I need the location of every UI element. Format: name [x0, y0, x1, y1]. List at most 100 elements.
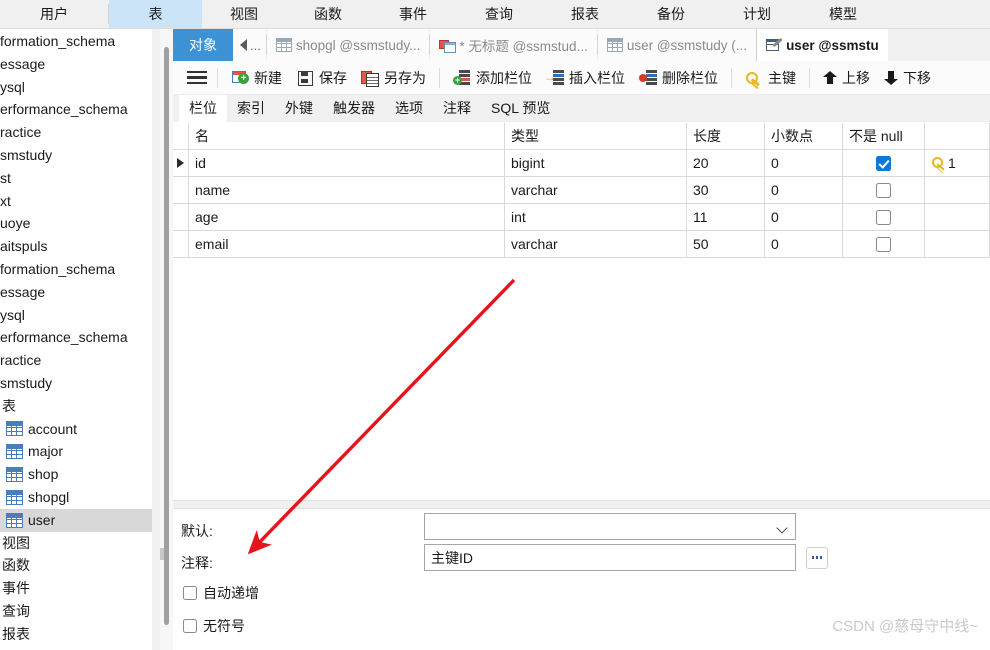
field-length-cell[interactable]: 20	[687, 150, 765, 177]
add-field-button[interactable]: 添加栏位	[446, 65, 539, 91]
column-header-type[interactable]: 类型	[505, 123, 687, 150]
tree-node[interactable]: smstudy	[0, 144, 152, 167]
field-length-cell[interactable]: 30	[687, 177, 765, 204]
auto-increment-checkbox[interactable]: 自动递增	[183, 583, 259, 603]
tree-node[interactable]: account	[0, 418, 152, 441]
scrollbar-thumb[interactable]	[164, 47, 169, 625]
field-decimals-cell[interactable]: 0	[765, 231, 843, 258]
tree-node[interactable]: shop	[0, 463, 152, 486]
tree-node[interactable]: user	[0, 508, 152, 532]
comment-input[interactable]: 主键ID	[424, 544, 796, 571]
tab-objects[interactable]: 对象	[173, 29, 233, 61]
not-null-checkbox[interactable]	[876, 236, 891, 252]
tree-node[interactable]: 视图	[0, 532, 152, 555]
fields-grid[interactable]: 名 类型 长度 小数点 不是 null id bigint 20 0 1 name varc…	[173, 122, 990, 500]
field-length-cell[interactable]: 11	[687, 204, 765, 231]
field-name-cell[interactable]: age	[189, 204, 505, 231]
menu-item-report[interactable]: 报表	[542, 0, 628, 28]
move-up-button[interactable]: 上移	[816, 65, 877, 91]
tree-node[interactable]: 事件	[0, 577, 152, 600]
tree-node[interactable]: erformance_schema	[0, 326, 152, 349]
tree-node[interactable]: shopgl	[0, 486, 152, 509]
field-key-cell[interactable]	[925, 204, 990, 231]
tree-node[interactable]: major	[0, 440, 152, 463]
field-not-null-cell[interactable]	[843, 177, 925, 204]
new-table-button[interactable]: 新建	[224, 65, 289, 91]
field-decimals-cell[interactable]: 0	[765, 150, 843, 177]
field-name-cell[interactable]: email	[189, 231, 505, 258]
menu-item-backup[interactable]: 备份	[628, 0, 714, 28]
field-key-cell[interactable]: 1	[925, 150, 990, 177]
tab-shopgl-table[interactable]: shopgl @ssmstudy...	[266, 29, 430, 61]
save-button[interactable]: 保存	[289, 65, 354, 91]
subtab-indexes[interactable]: 索引	[227, 95, 275, 122]
subtab-fields[interactable]: 栏位	[179, 95, 227, 122]
subtab-sql-preview[interactable]: SQL 预览	[481, 95, 560, 122]
row-marker-cell[interactable]	[173, 204, 189, 231]
tree-node[interactable]: ractice	[0, 121, 152, 144]
hamburger-menu-icon[interactable]	[187, 70, 207, 85]
menu-item-view[interactable]: 视图	[202, 0, 286, 28]
delete-field-button[interactable]: 删除栏位	[632, 65, 725, 91]
field-not-null-cell[interactable]	[843, 231, 925, 258]
tab-scroll-left-button[interactable]: ...	[233, 29, 266, 61]
column-header-name[interactable]: 名	[189, 123, 505, 150]
menu-item-user[interactable]: 用户	[0, 0, 108, 28]
not-null-checkbox[interactable]	[876, 182, 891, 198]
menu-item-function[interactable]: 函数	[286, 0, 370, 28]
tree-node[interactable]: 查询	[0, 600, 152, 623]
tree-node[interactable]: xt	[0, 190, 152, 213]
subtab-comment[interactable]: 注释	[433, 95, 481, 122]
menu-item-schedule[interactable]: 计划	[714, 0, 800, 28]
grid-row[interactable]: id bigint 20 0 1	[173, 150, 990, 177]
field-type-cell[interactable]: bigint	[505, 150, 687, 177]
tree-node[interactable]: erformance_schema	[0, 98, 152, 121]
subtab-options[interactable]: 选项	[385, 95, 433, 122]
column-header-length[interactable]: 长度	[687, 123, 765, 150]
database-tree-panel[interactable]: formation_schema essage ysql erformance_sch…	[0, 29, 152, 650]
field-type-cell[interactable]: varchar	[505, 177, 687, 204]
column-header-decimals[interactable]: 小数点	[765, 123, 843, 150]
tab-untitled-query[interactable]: * 无标题 @ssmstud...	[430, 29, 597, 61]
field-decimals-cell[interactable]: 0	[765, 204, 843, 231]
field-not-null-cell[interactable]	[843, 150, 925, 177]
row-marker-cell[interactable]	[173, 231, 189, 258]
subtab-foreign-keys[interactable]: 外键	[275, 95, 323, 122]
tab-user-design[interactable]: user @ssmstu	[756, 29, 888, 61]
grid-row[interactable]: age int 11 0	[173, 204, 990, 231]
insert-field-button[interactable]: 插入栏位	[539, 65, 632, 91]
field-name-cell[interactable]: id	[189, 150, 505, 177]
tree-node[interactable]: formation_schema	[0, 30, 152, 53]
tree-node[interactable]: 报表	[0, 623, 152, 646]
tree-node[interactable]: ysql	[0, 76, 152, 99]
menu-item-event[interactable]: 事件	[370, 0, 456, 28]
tree-node[interactable]: 函数	[0, 554, 152, 577]
move-down-button[interactable]: 下移	[877, 65, 938, 91]
column-header-not-null[interactable]: 不是 null	[843, 123, 925, 150]
primary-key-button[interactable]: 主键	[738, 65, 803, 91]
left-panel-splitter[interactable]	[152, 29, 160, 650]
field-key-cell[interactable]	[925, 177, 990, 204]
tree-node[interactable]: smstudy	[0, 372, 152, 395]
grid-row[interactable]: name varchar 30 0	[173, 177, 990, 204]
not-null-checkbox[interactable]	[876, 209, 891, 225]
tree-node[interactable]: 表	[0, 395, 152, 418]
tab-user-data[interactable]: user @ssmstudy (...	[597, 29, 757, 61]
save-as-button[interactable]: 另存为	[354, 65, 433, 91]
menu-item-table[interactable]: 表	[109, 0, 202, 28]
tree-node[interactable]: ysql	[0, 304, 152, 327]
tree-vertical-scrollbar[interactable]	[160, 29, 173, 650]
column-header-key[interactable]	[925, 123, 990, 150]
menu-item-query[interactable]: 查询	[456, 0, 542, 28]
field-type-cell[interactable]: varchar	[505, 231, 687, 258]
tree-node[interactable]: essage	[0, 281, 152, 304]
grid-row[interactable]: email varchar 50 0	[173, 231, 990, 258]
subtab-triggers[interactable]: 触发器	[323, 95, 385, 122]
unsigned-checkbox[interactable]: 无符号	[183, 616, 245, 636]
row-marker-cell[interactable]	[173, 150, 189, 177]
tree-node[interactable]: essage	[0, 53, 152, 76]
field-type-cell[interactable]: int	[505, 204, 687, 231]
field-name-cell[interactable]: name	[189, 177, 505, 204]
default-value-select[interactable]	[424, 513, 796, 540]
comment-more-button[interactable]	[806, 546, 828, 569]
